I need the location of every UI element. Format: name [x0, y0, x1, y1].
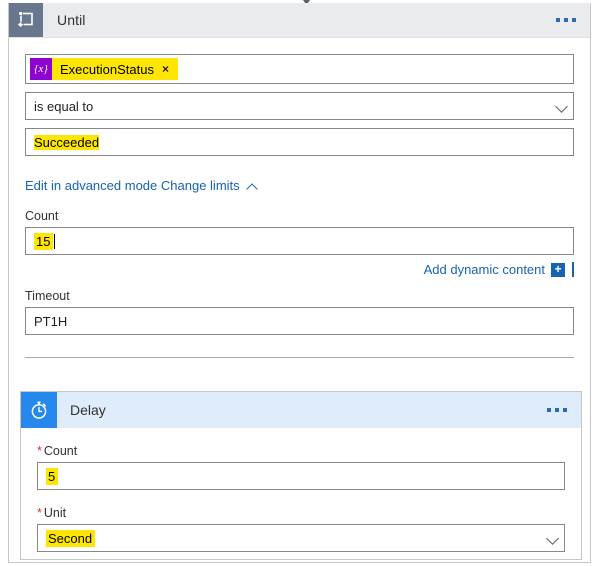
add-dynamic-content-label: Add dynamic content [424, 262, 545, 277]
workflow-designer-canvas: Until {x} ExecutionStatus × is equal to … [0, 0, 609, 566]
chevron-down-icon [546, 531, 560, 545]
dynamic-content-caret [572, 262, 574, 277]
delay-count-label: *Count [37, 444, 565, 458]
required-marker: * [37, 506, 42, 520]
until-count-label: Count [25, 209, 574, 223]
delay-count-input[interactable]: 5 [37, 462, 565, 490]
until-card-header[interactable]: Until [9, 3, 590, 38]
chevron-down-icon [555, 99, 569, 113]
section-divider [25, 357, 574, 358]
until-overflow-menu-button[interactable] [556, 18, 576, 22]
delay-overflow-menu-button[interactable] [547, 408, 567, 412]
until-count-value: 15 [34, 233, 53, 250]
delay-unit-dropdown[interactable]: Second [37, 524, 565, 552]
plus-icon[interactable]: + [551, 263, 565, 277]
stopwatch-icon [21, 392, 57, 428]
delay-count-label-text: Count [44, 444, 77, 458]
change-limits-label: Change limits [161, 178, 240, 193]
expression-variable-icon: {x} [30, 58, 52, 80]
until-card-title: Until [57, 12, 86, 28]
delay-unit-label-text: Unit [44, 506, 66, 520]
until-card-body: {x} ExecutionStatus × is equal to Succee… [9, 54, 590, 358]
delay-unit-label: *Unit [37, 506, 565, 520]
delay-card-title: Delay [70, 402, 106, 418]
delay-unit-value: Second [46, 530, 95, 547]
delay-action-card: Delay *Count 5 *Unit Second [20, 391, 582, 560]
until-count-input[interactable]: 15 [25, 227, 574, 255]
condition-operator-value: is equal to [34, 99, 93, 114]
until-timeout-label: Timeout [25, 289, 574, 303]
edit-in-advanced-mode-link[interactable]: Edit in advanced mode [25, 178, 157, 193]
condition-token-field[interactable]: {x} ExecutionStatus × [25, 54, 574, 84]
text-cursor [54, 234, 55, 249]
condition-value-text: Succeeded [34, 135, 99, 150]
dynamic-content-token[interactable]: {x} ExecutionStatus × [30, 58, 178, 80]
condition-operator-dropdown[interactable]: is equal to [25, 92, 574, 120]
change-limits-toggle[interactable]: Change limits [161, 178, 259, 193]
delay-count-value: 5 [46, 468, 58, 485]
required-marker: * [37, 444, 42, 458]
until-timeout-input[interactable]: PT1H [25, 307, 574, 335]
until-loop-icon [9, 3, 43, 37]
condition-value-input[interactable]: Succeeded [25, 128, 574, 156]
until-timeout-value: PT1H [34, 314, 67, 329]
delay-card-body: *Count 5 *Unit Second [21, 444, 581, 552]
chevron-up-icon [246, 182, 259, 192]
token-remove-icon[interactable]: × [160, 58, 178, 80]
token-label: ExecutionStatus [52, 58, 160, 80]
delay-card-header[interactable]: Delay [21, 392, 581, 428]
add-dynamic-content-row[interactable]: Add dynamic content + [25, 262, 574, 277]
